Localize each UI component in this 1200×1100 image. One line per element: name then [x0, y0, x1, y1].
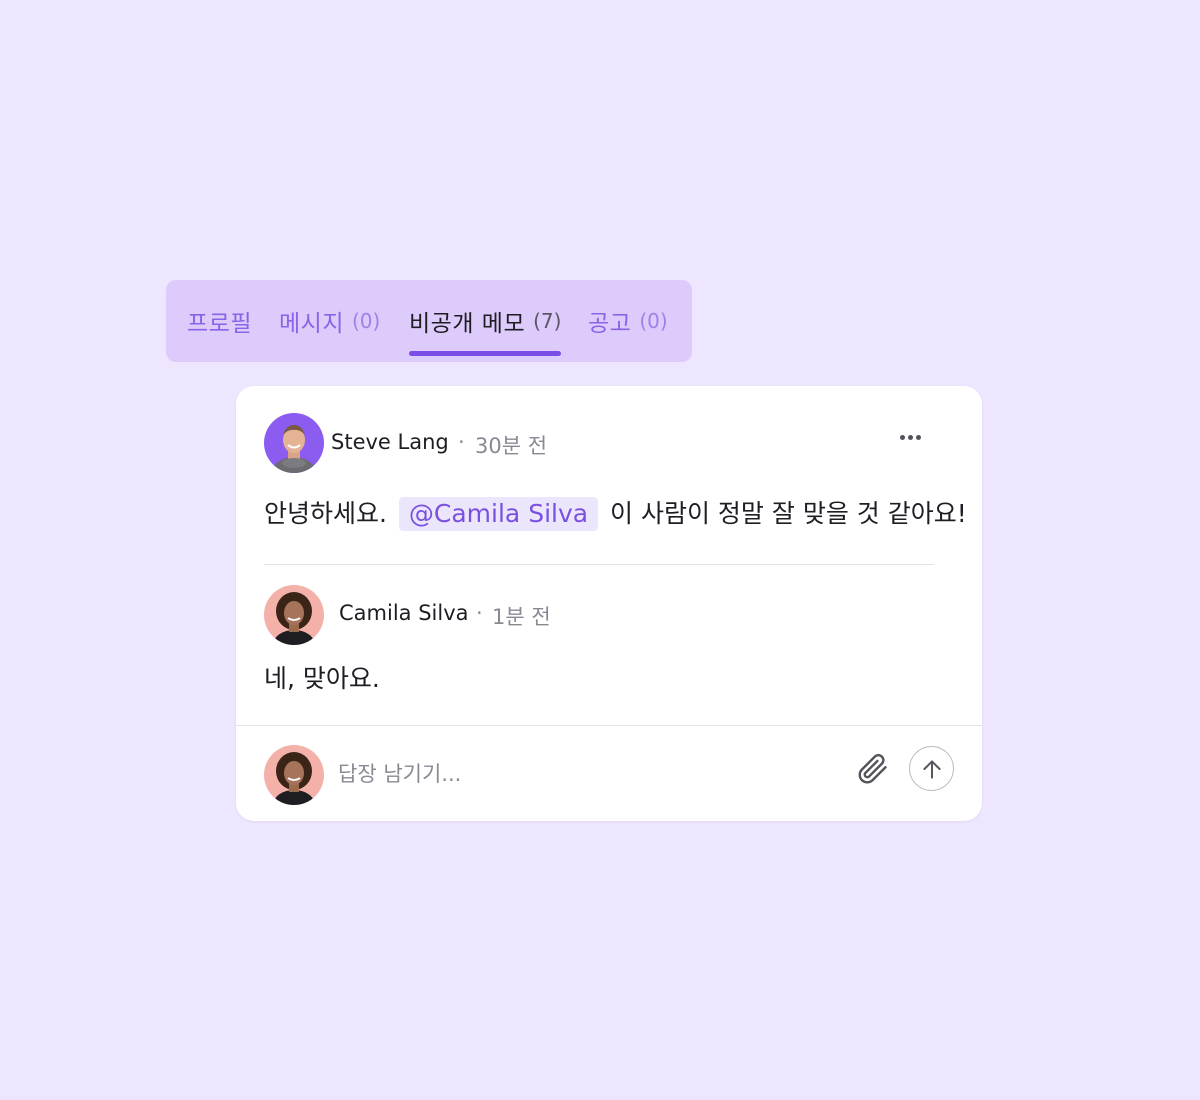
more-options-button[interactable] [892, 422, 928, 452]
tab-private-notes-count: (7) [533, 309, 562, 333]
send-button[interactable] [909, 746, 954, 791]
tab-profile-label: 프로필 [187, 311, 252, 337]
avatar-current-user [264, 745, 324, 805]
tab-profile[interactable]: 프로필 [187, 288, 252, 354]
tab-messages-count: (0) [351, 309, 381, 333]
reply-timestamp: 1분 전 [492, 605, 551, 629]
more-horizontal-icon-dot [899, 434, 905, 440]
arrow-up-icon [922, 759, 941, 779]
tab-private-notes-label: 비공개 메모 [409, 311, 526, 337]
more-horizontal-icon-dot [915, 434, 921, 440]
reply-input[interactable] [338, 756, 818, 792]
avatar-steve-lang [264, 413, 324, 473]
tab-private-notes[interactable]: 비공개 메모 (7) [409, 288, 562, 356]
page: 프로필 메시지 (0) 비공개 메모 (7) 공고 (0) Steve Lang… [0, 0, 1200, 1100]
tab-jobs-label: 공고 [588, 311, 632, 337]
note-timestamp: 30분 전 [475, 434, 548, 458]
composer-divider [236, 725, 982, 726]
tab-jobs[interactable]: 공고 (0) [588, 288, 668, 354]
avatar-camila-silva [264, 585, 324, 645]
divider [264, 564, 934, 565]
note-author[interactable]: Steve Lang [331, 430, 449, 454]
meta-separator: · [476, 601, 483, 625]
tab-messages[interactable]: 메시지 (0) [279, 288, 380, 354]
note-card: Steve Lang · 30분 전 안녕하세요. @Camila Silva … [236, 386, 982, 821]
tab-bar: 프로필 메시지 (0) 비공개 메모 (7) 공고 (0) [166, 280, 692, 362]
paperclip-icon[interactable] [854, 750, 890, 786]
tab-messages-label: 메시지 [279, 311, 344, 337]
note-text-before: 안녕하세요. [264, 499, 387, 528]
meta-separator: · [458, 430, 465, 454]
reply-message: 네, 맞아요. [264, 664, 380, 693]
note-text-after: 이 사람이 정말 잘 맞을 것 같아요! [610, 499, 967, 528]
more-horizontal-icon-dot [907, 434, 913, 440]
note-message: 안녕하세요. @Camila Silva 이 사람이 정말 잘 맞을 것 같아요… [264, 494, 967, 531]
mention-tag[interactable]: @Camila Silva [398, 497, 599, 531]
tab-jobs-count: (0) [639, 309, 668, 333]
active-tab-indicator [409, 351, 562, 356]
reply-author[interactable]: Camila Silva [339, 601, 469, 625]
